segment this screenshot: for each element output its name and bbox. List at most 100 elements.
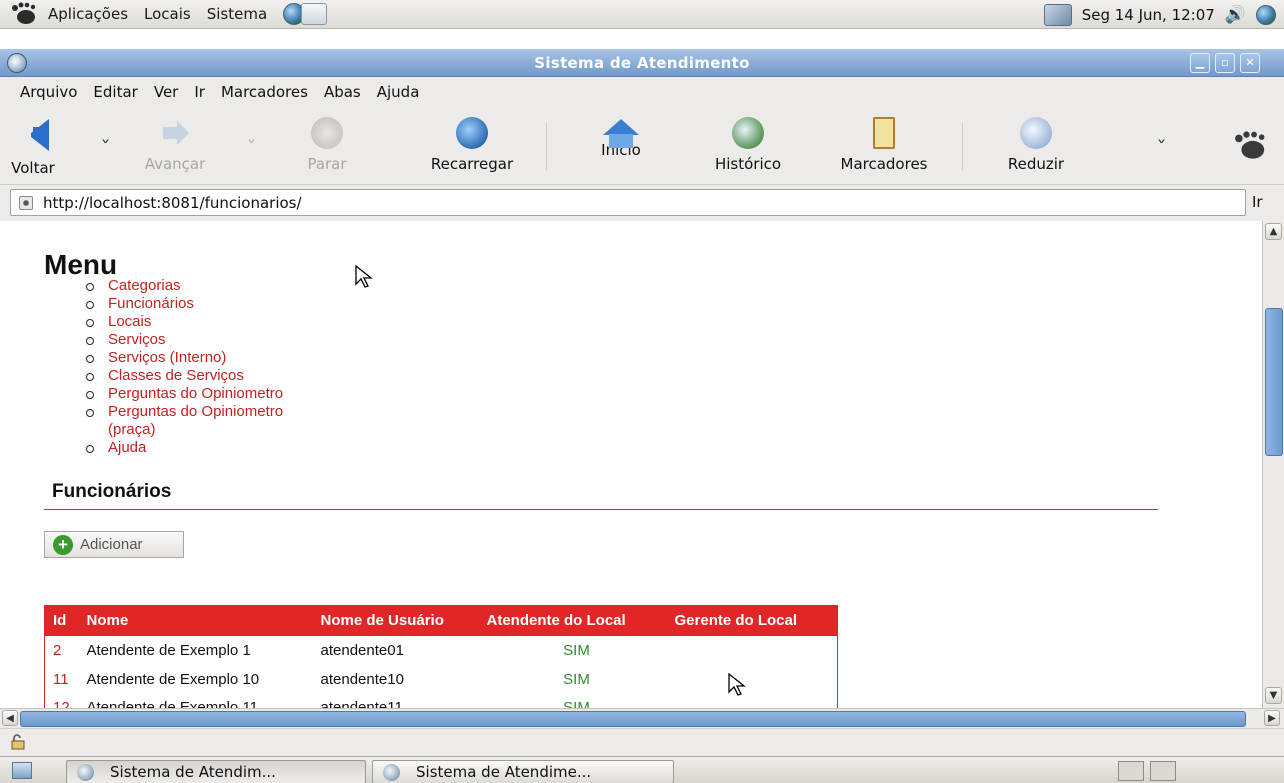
menu-link-locais[interactable]: Locais [86, 313, 283, 331]
col-header-name[interactable]: Nome [78, 605, 313, 636]
forward-button[interactable]: Avançar [140, 117, 210, 173]
close-button[interactable]: ✕ [1240, 53, 1260, 73]
taskbar-window-2[interactable]: Sistema de Atendime... [372, 760, 674, 783]
cell-username: atendente10 [320, 670, 404, 688]
menu-link-servicos-interno[interactable]: Serviços (Interno) [86, 349, 283, 367]
taskbar-window-2-label: Sistema de Atendime... [416, 763, 592, 781]
page-content: Menu Categorias Funcionários Locais Serv… [0, 221, 1262, 708]
col-header-id[interactable]: Id [44, 605, 79, 636]
stop-label: Parar [307, 155, 347, 173]
menu-link-servicos[interactable]: Serviços [86, 331, 283, 349]
cell-name: Atendente de Exemplo 10 [86, 670, 260, 688]
cell-name: Atendente de Exemplo 11 [86, 699, 259, 708]
menu-link-funcionarios[interactable]: Funcionários [86, 295, 283, 313]
toolbar-separator [962, 123, 963, 171]
menu-link-categorias[interactable]: Categorias [86, 277, 283, 295]
col-header-local-attendant[interactable]: Atendente do Local [478, 605, 667, 636]
go-button[interactable]: Ir [1252, 193, 1263, 211]
show-desktop-icon[interactable] [12, 762, 32, 779]
menu-go[interactable]: Ir [194, 83, 205, 101]
add-button-label: Adicionar [80, 536, 143, 553]
col-header-local-manager[interactable]: Gerente do Local [666, 605, 838, 636]
toolbar-overflow-chevron-icon[interactable]: ˅ [1156, 139, 1167, 155]
menu-link-classes-servicos[interactable]: Classes de Serviços [86, 367, 283, 385]
window-app-icon [77, 763, 94, 781]
taskbar: Sistema de Atendim... Sistema de Atendim… [0, 756, 1284, 783]
forward-history-chevron-icon[interactable]: ˅ [246, 139, 257, 155]
scroll-left-icon[interactable]: ◀ [2, 710, 18, 726]
home-icon [603, 119, 639, 148]
menu-bookmarks[interactable]: Marcadores [221, 83, 308, 101]
cell-local-attendant: SIM [563, 699, 590, 708]
zoom-out-button[interactable]: Reduzir [996, 117, 1076, 173]
section-heading: Funcionários [52, 481, 172, 502]
workspace-2-icon[interactable] [1150, 761, 1176, 781]
vertical-scroll-thumb[interactable] [1265, 308, 1283, 456]
menu-link-ajuda[interactable]: Ajuda [86, 439, 283, 457]
horizontal-scroll-thumb[interactable] [20, 711, 1246, 727]
unlocked-padlock-icon[interactable] [10, 734, 26, 750]
cell-id[interactable]: 12 [45, 694, 79, 708]
stop-button[interactable]: Parar [296, 117, 358, 173]
cell-id[interactable]: 11 [45, 665, 79, 694]
scroll-up-icon[interactable]: ▲ [1265, 223, 1282, 240]
table-row[interactable]: 2 Atendente de Exemplo 1 atendente01 SIM [45, 636, 838, 665]
col-header-username[interactable]: Nome de Usuário [312, 605, 479, 636]
zoom-out-icon [1020, 117, 1052, 149]
panel-menu-system[interactable]: Sistema [207, 5, 267, 23]
table-row[interactable]: 11 Atendente de Exemplo 10 atendente10 S… [45, 665, 838, 694]
add-employee-button[interactable]: + Adicionar [44, 531, 184, 558]
site-favicon-icon [19, 195, 33, 210]
history-button[interactable]: Histórico [700, 117, 796, 173]
bookmarks-button[interactable]: Marcadores [822, 117, 946, 173]
mail-launcher-icon[interactable] [301, 3, 328, 25]
toolbar-separator [546, 123, 547, 171]
menu-link-perguntas-opiniometro[interactable]: Perguntas do Opiniometro [86, 385, 283, 403]
network-icon[interactable] [1043, 3, 1072, 26]
volume-icon[interactable]: 🔊 [1225, 5, 1246, 25]
taskbar-window-1[interactable]: Sistema de Atendim... [66, 760, 366, 783]
menu-edit[interactable]: Editar [93, 83, 137, 101]
menu-list: Categorias Funcionários Locais Serviços … [86, 277, 283, 457]
back-button[interactable]: Voltar [4, 117, 62, 177]
menu-link-perguntas-opiniometro-praca[interactable]: Perguntas do Opiniometro (praça) [86, 403, 283, 439]
panel-menu-places[interactable]: Locais [144, 5, 191, 23]
vertical-scrollbar[interactable]: ▲ ▼ [1262, 221, 1284, 708]
cell-local-manager [667, 636, 838, 665]
scroll-down-icon[interactable]: ▼ [1265, 687, 1282, 704]
menu-file[interactable]: Arquivo [20, 83, 77, 101]
update-notifier-icon[interactable] [1256, 4, 1276, 25]
history-icon [732, 117, 764, 149]
minimize-button[interactable]: ▁ [1190, 53, 1210, 73]
table-row[interactable]: 12 Atendente de Exemplo 11 atendente11 S… [45, 694, 838, 709]
menu-help[interactable]: Ajuda [377, 83, 420, 101]
panel-clock[interactable]: Seg 14 Jun, 12:07 [1082, 6, 1215, 24]
section-divider [44, 509, 1158, 510]
stop-icon [311, 117, 343, 149]
horizontal-scrollbar[interactable]: ◀ ▶ [0, 708, 1284, 728]
menu-view[interactable]: Ver [154, 83, 179, 101]
url-input[interactable]: http://localhost:8081/funcionarios/ [10, 189, 1246, 216]
maximize-button[interactable]: ▫ [1215, 53, 1235, 73]
gnome-foot-icon[interactable] [8, 2, 38, 26]
panel-menu-applications[interactable]: Aplicações [48, 5, 128, 23]
reload-icon [456, 117, 488, 149]
bookmarks-icon [873, 117, 895, 149]
cell-local-attendant: SIM [563, 641, 590, 659]
menu-tabs[interactable]: Abas [324, 83, 361, 101]
home-button[interactable]: Início [586, 117, 656, 159]
back-history-chevron-icon[interactable]: ˅ [100, 139, 111, 155]
reload-button[interactable]: Recarregar [412, 117, 532, 173]
window-titlebar[interactable]: Sistema de Atendimento ▁ ▫ ✕ [0, 49, 1284, 77]
cell-local-manager [667, 694, 838, 709]
cell-username: atendente01 [320, 641, 404, 659]
window-app-icon [383, 763, 400, 781]
cell-id[interactable]: 2 [45, 636, 79, 665]
workspace-1-icon[interactable] [1118, 761, 1144, 781]
throbber-foot-icon [1235, 131, 1265, 159]
cell-username: atendente11 [320, 699, 403, 708]
history-label: Histórico [714, 155, 782, 173]
table-header-row: Id Nome Nome de Usuário Atendente do Loc… [44, 605, 838, 636]
scroll-right-icon[interactable]: ▶ [1264, 710, 1280, 726]
forward-arrow-icon [159, 117, 191, 149]
